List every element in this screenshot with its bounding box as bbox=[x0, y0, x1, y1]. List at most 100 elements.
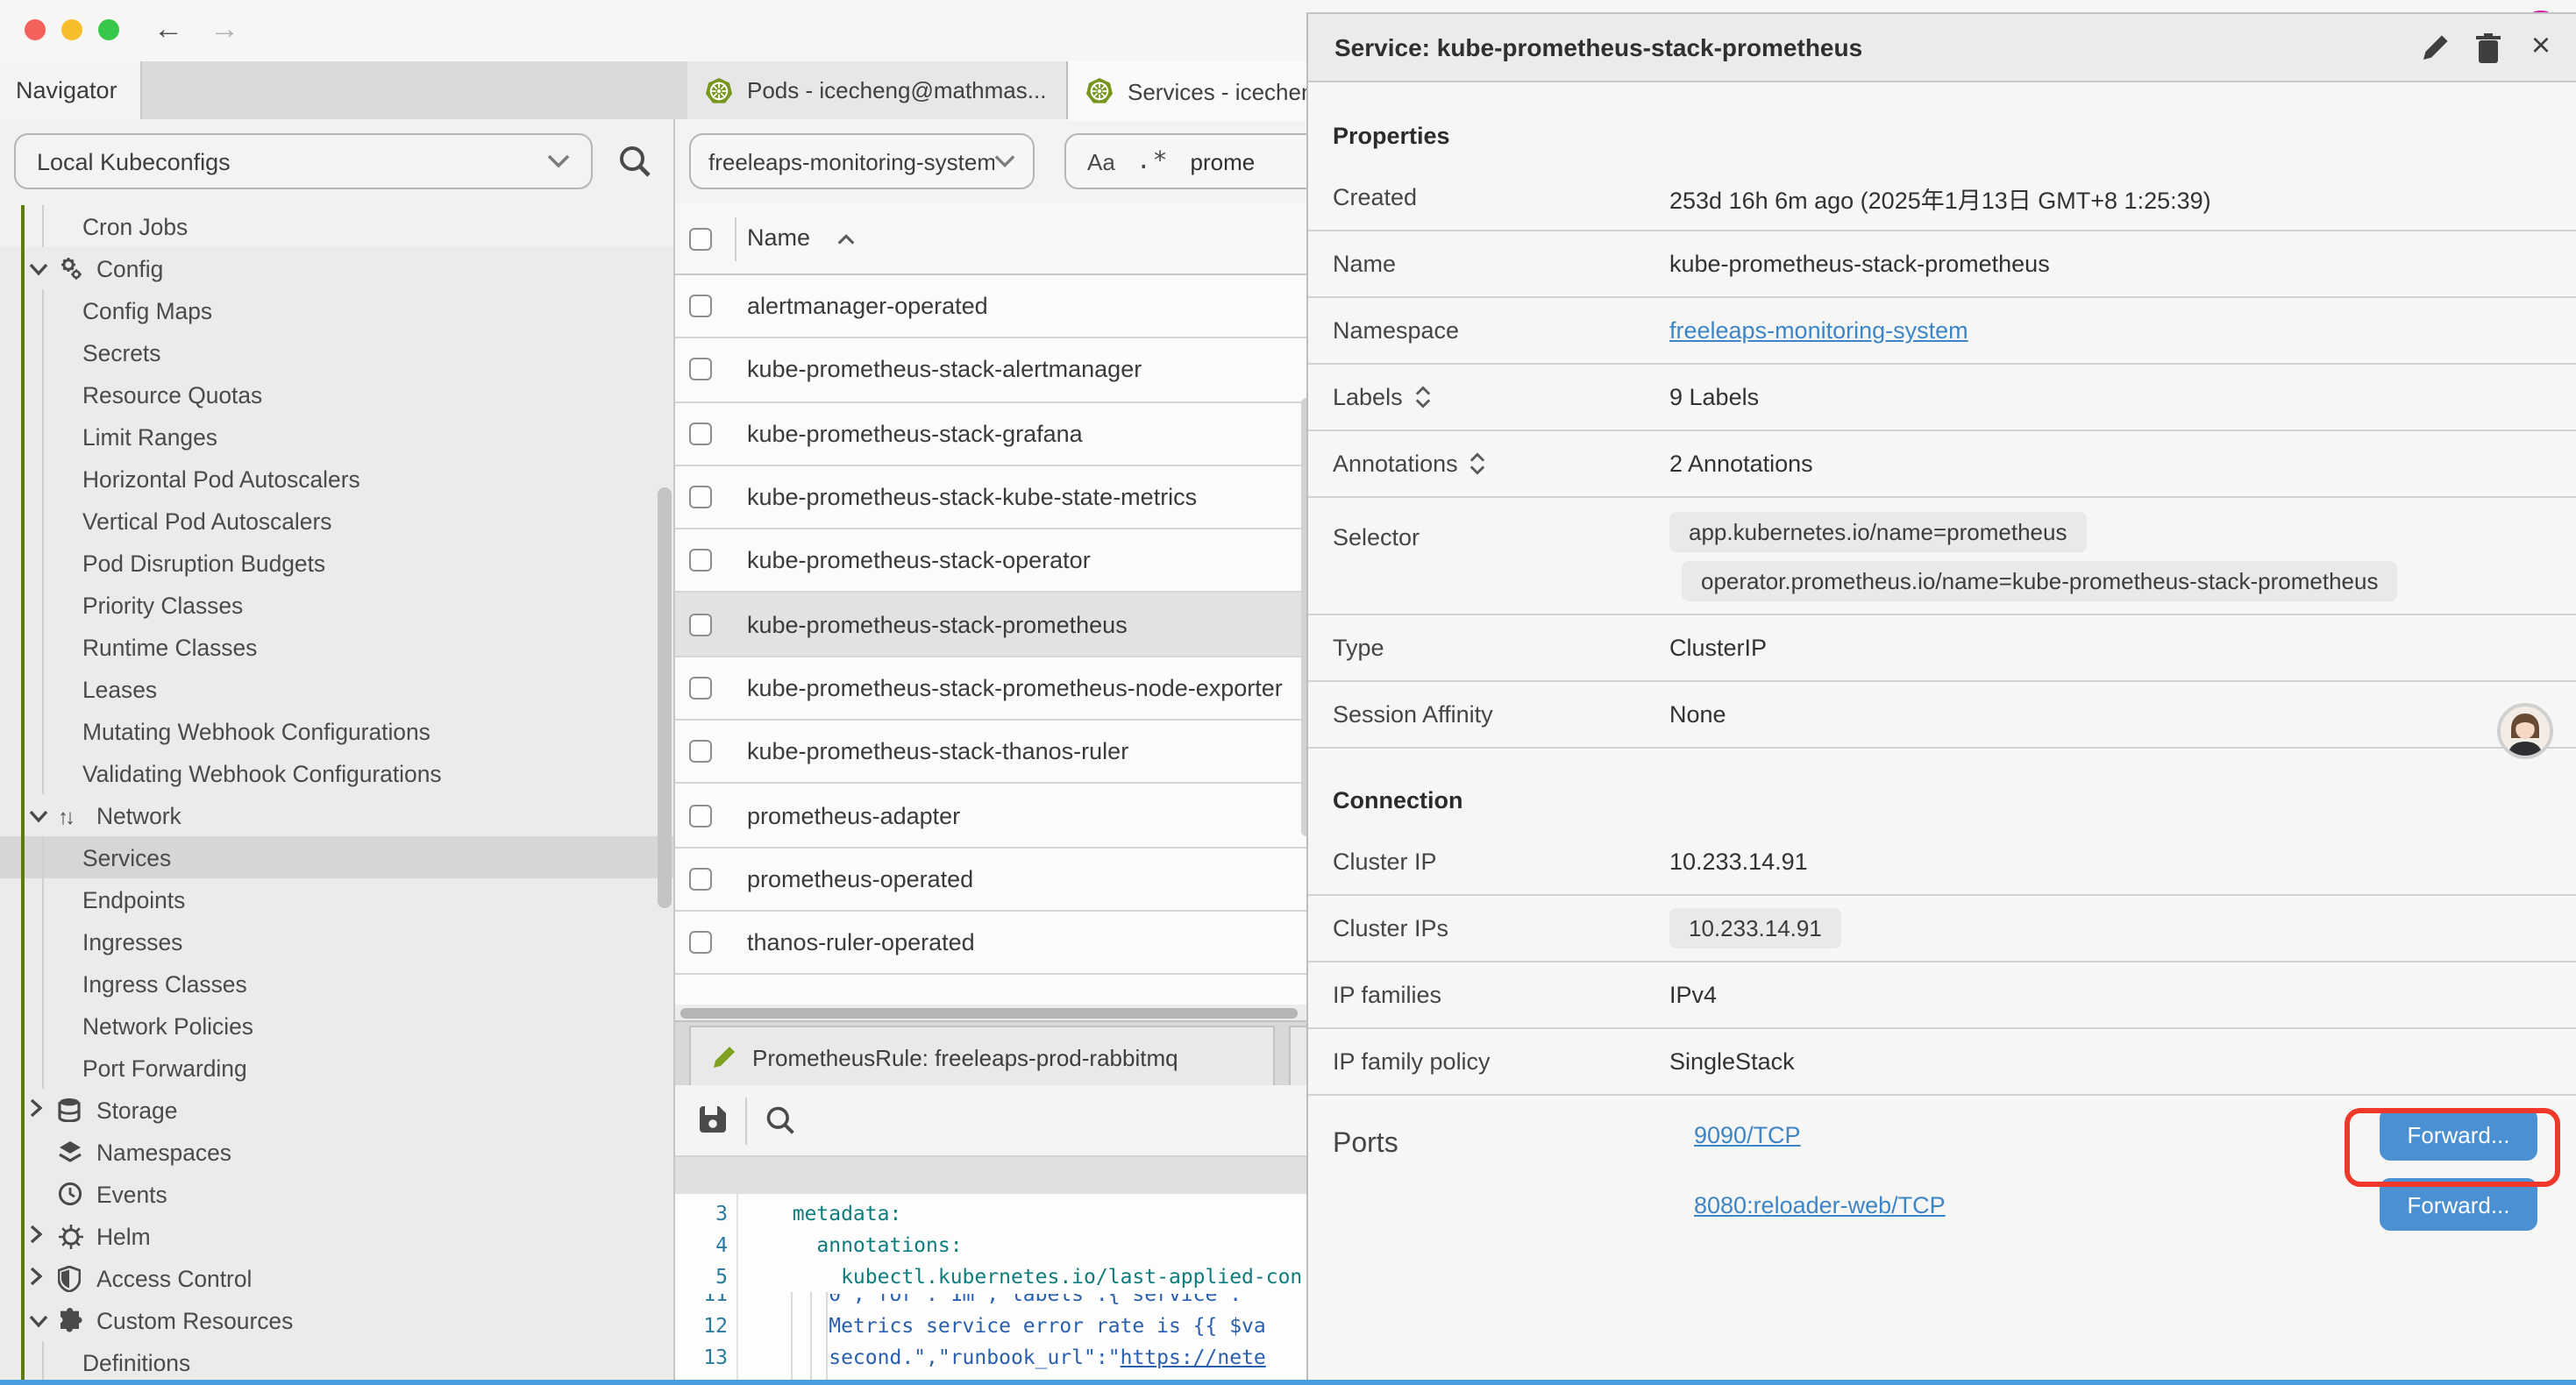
traffic-light-minimize[interactable] bbox=[61, 19, 82, 40]
labels-expander-icon[interactable] bbox=[1415, 386, 1431, 408]
sidebar-item-config-maps[interactable]: Config Maps bbox=[0, 289, 673, 331]
row-checkbox[interactable] bbox=[689, 486, 712, 508]
sidebar-item-endpoints[interactable]: Endpoints bbox=[0, 878, 673, 920]
traffic-light-zoom[interactable] bbox=[98, 19, 119, 40]
row-checkbox[interactable] bbox=[689, 613, 712, 636]
sidebar-item-ingress-classes[interactable]: Ingress Classes bbox=[0, 962, 673, 1005]
labels-value[interactable]: 9 Labels bbox=[1669, 384, 2576, 410]
kubeconfig-selector[interactable]: Local Kubeconfigs bbox=[14, 133, 593, 189]
table-row[interactable]: kube-prometheus-stack-thanos-ruler bbox=[675, 721, 1315, 785]
property-row-labels: Labels 9 Labels bbox=[1308, 365, 2576, 431]
chevron-right-icon[interactable] bbox=[28, 1266, 49, 1289]
tab-navigator[interactable]: Navigator bbox=[0, 61, 142, 119]
select-all-checkbox[interactable] bbox=[689, 228, 712, 251]
chevron-down-icon[interactable] bbox=[28, 1308, 49, 1331]
sidebar-item-namespaces[interactable]: Namespaces bbox=[0, 1131, 673, 1173]
selector-label: Selector bbox=[1308, 524, 1669, 550]
row-checkbox[interactable] bbox=[689, 804, 712, 827]
annotations-value[interactable]: 2 Annotations bbox=[1669, 451, 2576, 477]
namespace-selector[interactable]: freeleaps-monitoring-system bbox=[689, 133, 1035, 189]
line-number: 11 bbox=[679, 1293, 728, 1309]
sidebar-item-definitions[interactable]: Definitions bbox=[0, 1341, 673, 1380]
sidebar-item-port-forwarding[interactable]: Port Forwarding bbox=[0, 1047, 673, 1089]
row-checkbox[interactable] bbox=[689, 868, 712, 891]
name-column-header[interactable]: Name bbox=[747, 224, 810, 251]
row-checkbox[interactable] bbox=[689, 359, 712, 381]
sidebar-item-label: Namespaces bbox=[96, 1139, 231, 1165]
trash-icon[interactable] bbox=[2462, 28, 2515, 67]
chevron-right-icon[interactable] bbox=[28, 1224, 49, 1246]
table-row[interactable]: kube-prometheus-stack-alertmanager bbox=[675, 339, 1315, 403]
table-row[interactable]: prometheus-operated bbox=[675, 848, 1315, 912]
service-name: prometheus-operated bbox=[747, 866, 1308, 892]
sidebar-item-priority-classes[interactable]: Priority Classes bbox=[0, 584, 673, 626]
sidebar-item-custom-resources[interactable]: Custom Resources bbox=[0, 1299, 673, 1341]
yaml-editor[interactable]: 3 metadata:4 annotations:5 kubectl.kuber… bbox=[675, 1194, 1315, 1380]
traffic-light-close[interactable] bbox=[25, 19, 46, 40]
regex-icon[interactable]: .* bbox=[1136, 147, 1170, 175]
sidebar-item-leases[interactable]: Leases bbox=[0, 668, 673, 710]
runbook-url-link[interactable]: https://nete bbox=[1121, 1344, 1266, 1368]
row-checkbox[interactable] bbox=[689, 677, 712, 700]
sidebar-item-mutating-webhook-configurations[interactable]: Mutating Webhook Configurations bbox=[0, 710, 673, 752]
edit-pencil-icon[interactable] bbox=[2409, 28, 2462, 67]
table-row[interactable]: kube-prometheus-stack-kube-state-metrics bbox=[675, 466, 1315, 530]
sidebar-item-helm[interactable]: Helm bbox=[0, 1215, 673, 1257]
sidebar-item-events[interactable]: Events bbox=[0, 1173, 673, 1215]
annotations-expander-icon[interactable] bbox=[1470, 452, 1486, 475]
sidebar-item-cron-jobs[interactable]: Cron Jobs bbox=[0, 205, 673, 247]
line-number: 5 bbox=[679, 1261, 728, 1293]
port-link[interactable]: 8080:reloader-web/TCP bbox=[1694, 1191, 1946, 1218]
table-row[interactable]: kube-prometheus-stack-prometheus bbox=[675, 593, 1315, 657]
sidebar-item-pod-disruption-budgets[interactable]: Pod Disruption Budgets bbox=[0, 542, 673, 584]
table-hscrollbar[interactable] bbox=[675, 1005, 1315, 1020]
ip-family-policy-value: SingleStack bbox=[1669, 1048, 2576, 1075]
row-checkbox[interactable] bbox=[689, 295, 712, 317]
table-row[interactable]: kube-prometheus-stack-operator bbox=[675, 529, 1315, 593]
sidebar-item-ingresses[interactable]: Ingresses bbox=[0, 920, 673, 962]
back-arrow-button[interactable]: ← bbox=[147, 9, 189, 51]
table-row[interactable]: kube-prometheus-stack-grafana bbox=[675, 402, 1315, 466]
forward-arrow-button[interactable]: → bbox=[203, 9, 246, 51]
code-line: 12 Metrics service error rate is {{ $va bbox=[675, 1309, 1315, 1340]
chevron-down-icon[interactable] bbox=[28, 256, 49, 279]
sidebar-item-validating-webhook-configurations[interactable]: Validating Webhook Configurations bbox=[0, 752, 673, 794]
row-checkbox[interactable] bbox=[689, 740, 712, 763]
table-row[interactable]: thanos-ruler-operated bbox=[675, 912, 1315, 976]
namespace-link[interactable]: freeleaps-monitoring-system bbox=[1669, 317, 1968, 344]
table-row[interactable]: kube-prometheus-stack-prometheus-node-ex… bbox=[675, 657, 1315, 721]
row-checkbox[interactable] bbox=[689, 931, 712, 954]
sidebar-scrollbar[interactable] bbox=[658, 487, 672, 908]
editor-search-icon[interactable] bbox=[765, 1104, 796, 1145]
sidebar-item-secrets[interactable]: Secrets bbox=[0, 331, 673, 373]
chevron-down-icon bbox=[547, 154, 570, 168]
row-checkbox[interactable] bbox=[689, 422, 712, 444]
sidebar-item-horizontal-pod-autoscalers[interactable]: Horizontal Pod Autoscalers bbox=[0, 458, 673, 500]
chevron-right-icon[interactable] bbox=[28, 1097, 49, 1120]
match-case-icon[interactable]: Aa bbox=[1087, 148, 1115, 174]
row-checkbox[interactable] bbox=[689, 550, 712, 572]
save-icon[interactable] bbox=[698, 1104, 728, 1143]
sidebar-item-network[interactable]: ↑↓Network bbox=[0, 794, 673, 836]
sidebar-item-config[interactable]: Config bbox=[0, 247, 673, 289]
editor-tab-prometheusrule[interactable]: PrometheusRule: freeleaps-prod-rabbitmq bbox=[689, 1026, 1275, 1087]
table-row[interactable]: prometheus-adapter bbox=[675, 785, 1315, 849]
sidebar-search-icon[interactable] bbox=[617, 144, 652, 179]
document-tab[interactable]: Pods - icecheng@mathmas... bbox=[687, 61, 1068, 119]
created-value: 253d 16h 6m ago (2025年1月13日 GMT+8 1:25:3… bbox=[1669, 180, 2576, 215]
sidebar-item-network-policies[interactable]: Network Policies bbox=[0, 1005, 673, 1047]
sidebar-item-runtime-classes[interactable]: Runtime Classes bbox=[0, 626, 673, 668]
chevron-down-icon[interactable] bbox=[28, 803, 49, 826]
sidebar-item-vertical-pod-autoscalers[interactable]: Vertical Pod Autoscalers bbox=[0, 500, 673, 542]
sidebar-item-resource-quotas[interactable]: Resource Quotas bbox=[0, 373, 673, 416]
editor-tab-label: PrometheusRule: freeleaps-prod-rabbitmq bbox=[752, 1044, 1178, 1070]
user-avatar[interactable] bbox=[2497, 703, 2553, 759]
table-row[interactable]: alertmanager-operated bbox=[675, 275, 1315, 339]
sidebar-item-access-control[interactable]: Access Control bbox=[0, 1257, 673, 1299]
service-name: kube-prometheus-stack-prometheus bbox=[747, 611, 1308, 637]
sidebar-item-storage[interactable]: Storage bbox=[0, 1089, 673, 1131]
sidebar-item-limit-ranges[interactable]: Limit Ranges bbox=[0, 416, 673, 458]
port-link[interactable]: 9090/TCP bbox=[1694, 1121, 1801, 1147]
sidebar-item-services[interactable]: Services bbox=[0, 836, 673, 878]
close-icon[interactable]: × bbox=[2515, 28, 2567, 67]
